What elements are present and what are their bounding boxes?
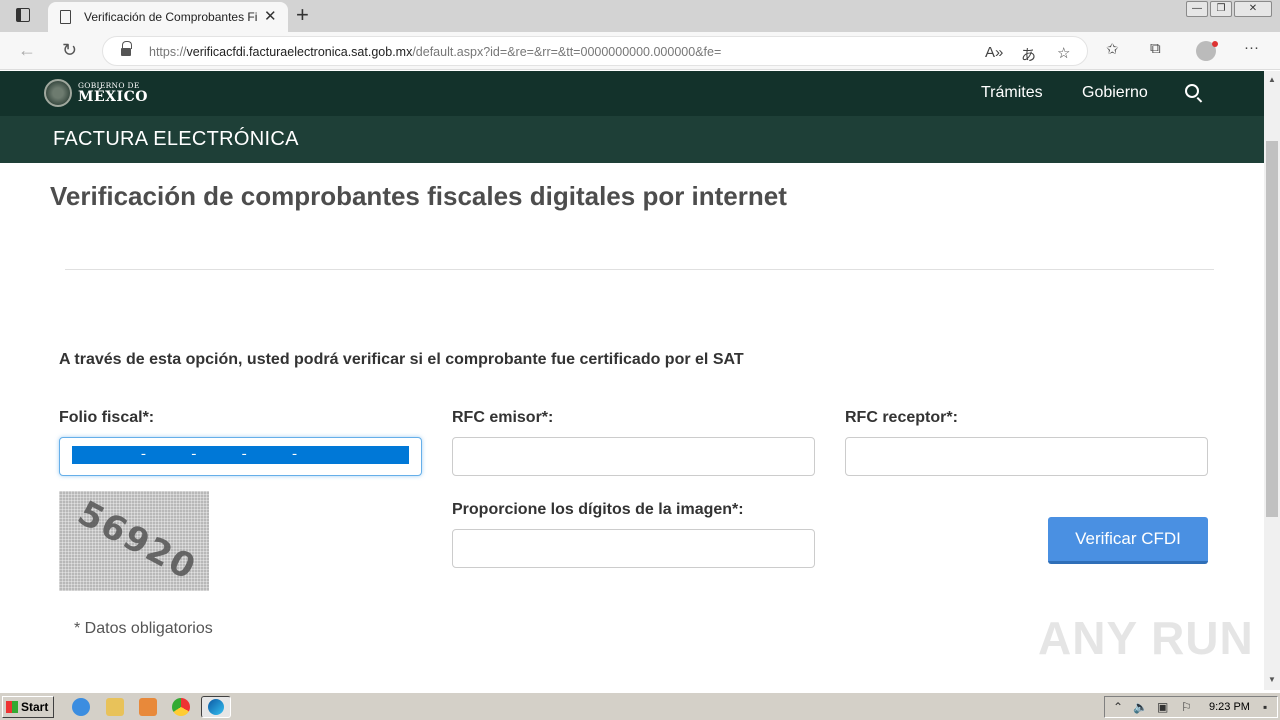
edge-icon [208, 699, 224, 715]
minimize-icon[interactable]: — [1186, 1, 1208, 17]
gobierno-logo[interactable]: GOBIERNO DE MÉXICO [44, 79, 148, 107]
folio-fiscal-input[interactable]: - - - - [59, 437, 422, 476]
anyrun-watermark: ANY RUN [1038, 612, 1254, 664]
screen: Verificación de Comprobantes Fi ✕ + — ❐ … [0, 0, 1280, 720]
more-options-icon[interactable]: ··· [1244, 39, 1259, 56]
nav-tramites[interactable]: Trámites [981, 84, 1043, 102]
page-content: GOBIERNO DE MÉXICO Trámites Gobierno FAC… [0, 71, 1264, 690]
explorer-icon[interactable] [106, 698, 124, 716]
taskbar: Start ⌃ 🔈 ▣ ⚐ 9:23 PM ▪ [0, 692, 1280, 720]
logo-text: GOBIERNO DE MÉXICO [78, 82, 148, 104]
scroll-thumb[interactable] [1266, 141, 1278, 517]
action-center-icon[interactable]: ⚐ [1181, 700, 1192, 714]
ie-icon[interactable] [72, 698, 90, 716]
rfc-emisor-label: RFC emisor*: [452, 409, 554, 426]
chrome-icon[interactable] [172, 698, 190, 716]
collections-icon[interactable]: ⧉ [1150, 40, 1161, 57]
start-label: Start [21, 700, 49, 714]
intro-text: A través de esta opción, usted podrá ver… [59, 351, 744, 368]
section-bar: FACTURA ELECTRÓNICA [0, 116, 1264, 163]
show-desktop-icon[interactable]: ▪ [1263, 700, 1267, 714]
browser-tab[interactable]: Verificación de Comprobantes Fi ✕ [48, 2, 288, 32]
system-tray: ⌃ 🔈 ▣ ⚐ 9:23 PM ▪ [1104, 696, 1278, 718]
media-player-icon[interactable] [139, 698, 157, 716]
captcha-input[interactable] [452, 529, 815, 568]
tab-actions-icon[interactable] [16, 8, 30, 22]
show-hidden-icons-icon[interactable]: ⌃ [1113, 700, 1123, 714]
url-text[interactable]: https://verificacfdi.facturaelectronica.… [149, 45, 721, 59]
page-favicon-icon [60, 10, 71, 24]
close-window-icon[interactable]: ✕ [1234, 1, 1272, 17]
volume-icon[interactable]: 🔈 [1133, 700, 1148, 714]
government-header: GOBIERNO DE MÉXICO Trámites Gobierno [0, 71, 1264, 116]
restore-icon[interactable]: ❐ [1210, 1, 1232, 17]
refresh-icon[interactable]: ↻ [62, 40, 77, 61]
new-tab-icon[interactable]: + [296, 2, 309, 28]
favorites-icon[interactable]: ✩ [1106, 40, 1119, 58]
verify-cfdi-button[interactable]: Verificar CFDI [1048, 517, 1208, 564]
search-icon[interactable] [1185, 84, 1199, 98]
add-favorite-icon[interactable]: ☆ [1057, 44, 1070, 62]
browser-tab-bar: Verificación de Comprobantes Fi ✕ + — ❐ … [0, 0, 1280, 32]
rfc-receptor-label: RFC receptor*: [845, 409, 958, 426]
page-scrollbar[interactable]: ▲ ▼ [1264, 71, 1280, 690]
tab-title: Verificación de Comprobantes Fi [84, 10, 258, 24]
folio-fiscal-label: Folio fiscal*: [59, 409, 155, 426]
page-title: Verificación de comprobantes fiscales di… [50, 181, 787, 211]
tab-close-icon[interactable]: ✕ [264, 7, 277, 25]
clock[interactable]: 9:23 PM [1209, 701, 1250, 713]
read-aloud-icon[interactable]: A» [985, 44, 1003, 61]
captcha-label: Proporcione los dígitos de la imagen*: [452, 501, 744, 518]
windows-flag-icon [6, 701, 18, 713]
back-icon[interactable]: ← [18, 40, 36, 61]
lock-icon[interactable] [121, 41, 132, 57]
captcha-digits: 56920 [71, 493, 204, 589]
edge-task-button[interactable] [201, 696, 231, 718]
browser-toolbar: ← ↻ https://verificacfdi.facturaelectron… [0, 32, 1280, 70]
scroll-down-icon[interactable]: ▼ [1268, 675, 1276, 684]
divider [65, 269, 1214, 270]
nav-gobierno[interactable]: Gobierno [1082, 84, 1148, 102]
section-title[interactable]: FACTURA ELECTRÓNICA [53, 128, 299, 151]
required-note: * Datos obligatorios [74, 620, 213, 637]
window-controls: — ❐ ✕ [1184, 1, 1272, 17]
rfc-emisor-input[interactable] [452, 437, 815, 476]
seal-icon [44, 79, 72, 107]
profile-avatar[interactable] [1196, 41, 1218, 61]
translate-icon[interactable]: あ [1021, 44, 1036, 65]
start-button[interactable]: Start [2, 696, 54, 718]
logo-big-text: MÉXICO [78, 88, 148, 105]
network-icon[interactable]: ▣ [1157, 700, 1168, 714]
scroll-up-icon[interactable]: ▲ [1268, 75, 1276, 84]
folio-fiscal-value: - - - - [72, 446, 409, 464]
captcha-image: 56920 [59, 491, 209, 591]
address-bar[interactable]: https://verificacfdi.facturaelectronica.… [102, 36, 1088, 66]
rfc-receptor-input[interactable] [845, 437, 1208, 476]
